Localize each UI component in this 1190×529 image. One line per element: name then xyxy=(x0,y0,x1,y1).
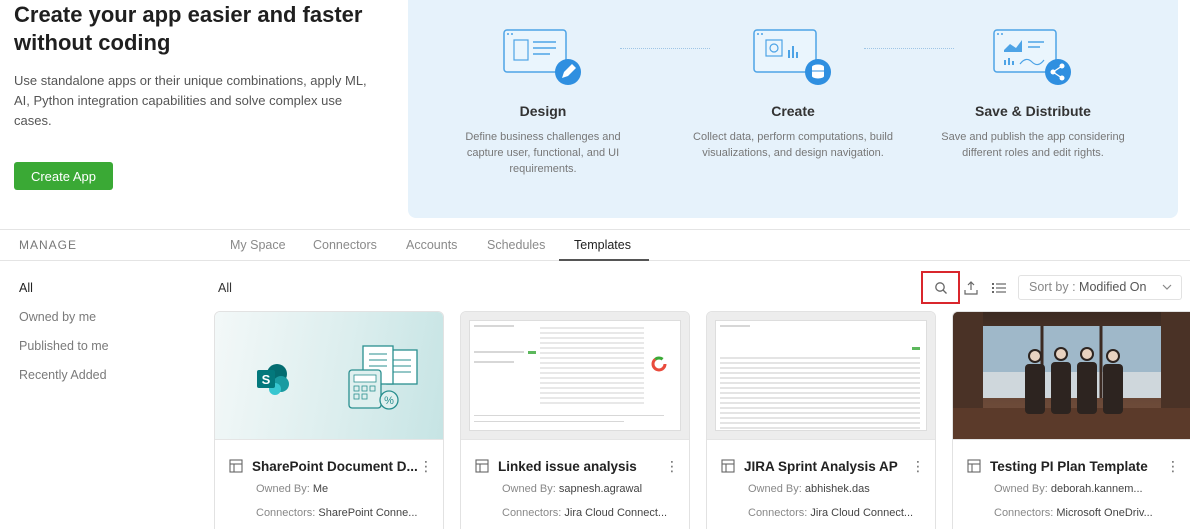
create-app-button[interactable]: Create App xyxy=(14,162,113,190)
active-tab-indicator xyxy=(559,259,649,261)
step-title: Design xyxy=(519,103,567,119)
upload-icon xyxy=(964,281,978,295)
card-header: Linked issue analysis ⋮ xyxy=(475,456,679,476)
tab-connectors[interactable]: Connectors xyxy=(313,238,377,252)
list-view-icon xyxy=(992,283,1006,293)
connectors-label: Connectors: xyxy=(256,507,316,519)
card-connectors: Connectors: Jira Cloud Connect... xyxy=(502,507,667,519)
owner-name: abhishek.das xyxy=(804,483,870,495)
card-header: JIRA Sprint Analysis AP ⋮ xyxy=(721,456,925,476)
step-save-distribute: Save & Distribute Save and publish the a… xyxy=(913,0,1153,161)
step-create: Create Collect data, perform computation… xyxy=(673,0,913,161)
card-owner: Owned By: abhishek.das xyxy=(748,483,870,495)
tab-schedules[interactable]: Schedules xyxy=(487,238,545,252)
dashboard-preview xyxy=(469,320,681,431)
template-card[interactable]: JIRA Sprint Analysis AP ⋮ Owned By: abhi… xyxy=(706,311,936,529)
table-preview xyxy=(715,320,927,431)
hero-intro: Create your app easier and faster withou… xyxy=(14,0,394,128)
list-view-button[interactable] xyxy=(990,279,1008,297)
card-connectors: Connectors: Jira Cloud Connect... xyxy=(748,507,913,519)
card-owner: Owned By: sapnesh.agrawal xyxy=(502,483,642,495)
filter-owned-by-me[interactable]: Owned by me xyxy=(19,310,96,324)
card-title[interactable]: SharePoint Document D... xyxy=(252,459,419,474)
tab-my-space[interactable]: My Space xyxy=(230,238,286,252)
step-title: Save & Distribute xyxy=(975,103,1091,119)
hero-description: Use standalone apps or their unique comb… xyxy=(14,73,367,128)
search-icon xyxy=(934,281,947,294)
more-options-icon[interactable]: ⋮ xyxy=(911,458,925,475)
step-description: Save and publish the app considering dif… xyxy=(941,131,1125,159)
card-header: Testing PI Plan Template ⋮ xyxy=(967,456,1180,476)
card-thumbnail xyxy=(707,312,935,440)
hero-title: Create your app easier and faster withou… xyxy=(14,2,363,55)
upload-button[interactable] xyxy=(962,279,980,297)
card-owner: Owned By: deborah.kannem... xyxy=(994,483,1143,495)
connector-name: Jira Cloud Connect... xyxy=(810,507,914,519)
card-owner: Owned By: Me xyxy=(256,483,328,495)
connectors-label: Connectors: xyxy=(994,507,1054,519)
create-illustration-icon xyxy=(748,26,838,96)
svg-text:S: S xyxy=(262,372,271,387)
connector-name: Microsoft OneDriv... xyxy=(1056,507,1153,519)
card-title[interactable]: Testing PI Plan Template xyxy=(990,459,1166,474)
more-options-icon[interactable]: ⋮ xyxy=(665,458,679,475)
connector-name: Jira Cloud Connect... xyxy=(564,507,668,519)
card-thumbnail xyxy=(461,312,689,440)
template-card[interactable]: Testing PI Plan Template ⋮ Owned By: deb… xyxy=(952,311,1190,529)
share-illustration-icon xyxy=(988,26,1078,96)
filter-all[interactable]: All xyxy=(19,281,33,295)
owned-by-label: Owned By: xyxy=(748,483,802,495)
template-icon xyxy=(229,459,243,473)
team-photo-image xyxy=(953,312,1190,439)
search-button[interactable] xyxy=(921,271,960,304)
owned-by-label: Owned By: xyxy=(994,483,1048,495)
tab-templates[interactable]: Templates xyxy=(574,238,631,252)
hero-steps-panel: Design Define business challenges and ca… xyxy=(408,0,1178,218)
chevron-down-icon xyxy=(1162,284,1172,290)
step-description: Collect data, perform computations, buil… xyxy=(693,131,893,159)
more-options-icon[interactable]: ⋮ xyxy=(419,458,433,475)
template-card[interactable]: Linked issue analysis ⋮ Owned By: sapnes… xyxy=(460,311,690,529)
owner-name: deborah.kannem... xyxy=(1050,483,1143,495)
card-title[interactable]: Linked issue analysis xyxy=(498,459,665,474)
step-title: Create xyxy=(771,103,815,119)
connectors-label: Connectors: xyxy=(502,507,562,519)
template-card[interactable]: S % SharePoint Document D... ⋮ Owned By:… xyxy=(214,311,444,529)
donut-chart-icon xyxy=(651,356,667,372)
card-title[interactable]: JIRA Sprint Analysis AP xyxy=(744,459,911,474)
breadcrumb: All xyxy=(218,281,232,295)
owner-name: sapnesh.agrawal xyxy=(558,483,643,495)
more-options-icon[interactable]: ⋮ xyxy=(1166,458,1180,475)
sort-value: Modified On xyxy=(1079,280,1147,294)
tab-bar: MANAGE My Space Connectors Accounts Sche… xyxy=(0,229,1190,261)
card-connectors: Connectors: Microsoft OneDriv... xyxy=(994,507,1153,519)
manage-label: MANAGE xyxy=(19,238,78,252)
card-connectors: Connectors: SharePoint Conne... xyxy=(256,507,417,519)
filter-published-to-me[interactable]: Published to me xyxy=(19,339,109,353)
connectors-label: Connectors: xyxy=(748,507,808,519)
sort-label: Sort by : xyxy=(1029,280,1076,294)
connector-name: SharePoint Conne... xyxy=(318,507,418,519)
step-description: Define business challenges and capture u… xyxy=(465,131,621,175)
tab-accounts[interactable]: Accounts xyxy=(406,238,457,252)
filter-recently-added[interactable]: Recently Added xyxy=(19,368,107,382)
card-thumbnail xyxy=(953,312,1190,440)
owned-by-label: Owned By: xyxy=(502,483,556,495)
template-icon xyxy=(967,459,981,473)
card-header: SharePoint Document D... ⋮ xyxy=(229,456,433,476)
svg-text:%: % xyxy=(384,395,394,407)
design-illustration-icon xyxy=(498,26,588,96)
card-thumbnail: S % xyxy=(215,312,443,440)
sharepoint-logo-icon: S xyxy=(257,364,289,395)
template-icon xyxy=(475,459,489,473)
step-design: Design Define business challenges and ca… xyxy=(423,0,663,177)
app-page: Create your app easier and faster withou… xyxy=(0,0,1190,529)
owned-by-label: Owned By: xyxy=(256,483,310,495)
document-calculator-icon: % xyxy=(348,345,418,410)
owner-name: Me xyxy=(312,483,329,495)
sort-dropdown[interactable]: Sort by : Modified On xyxy=(1018,275,1182,300)
template-icon xyxy=(721,459,735,473)
